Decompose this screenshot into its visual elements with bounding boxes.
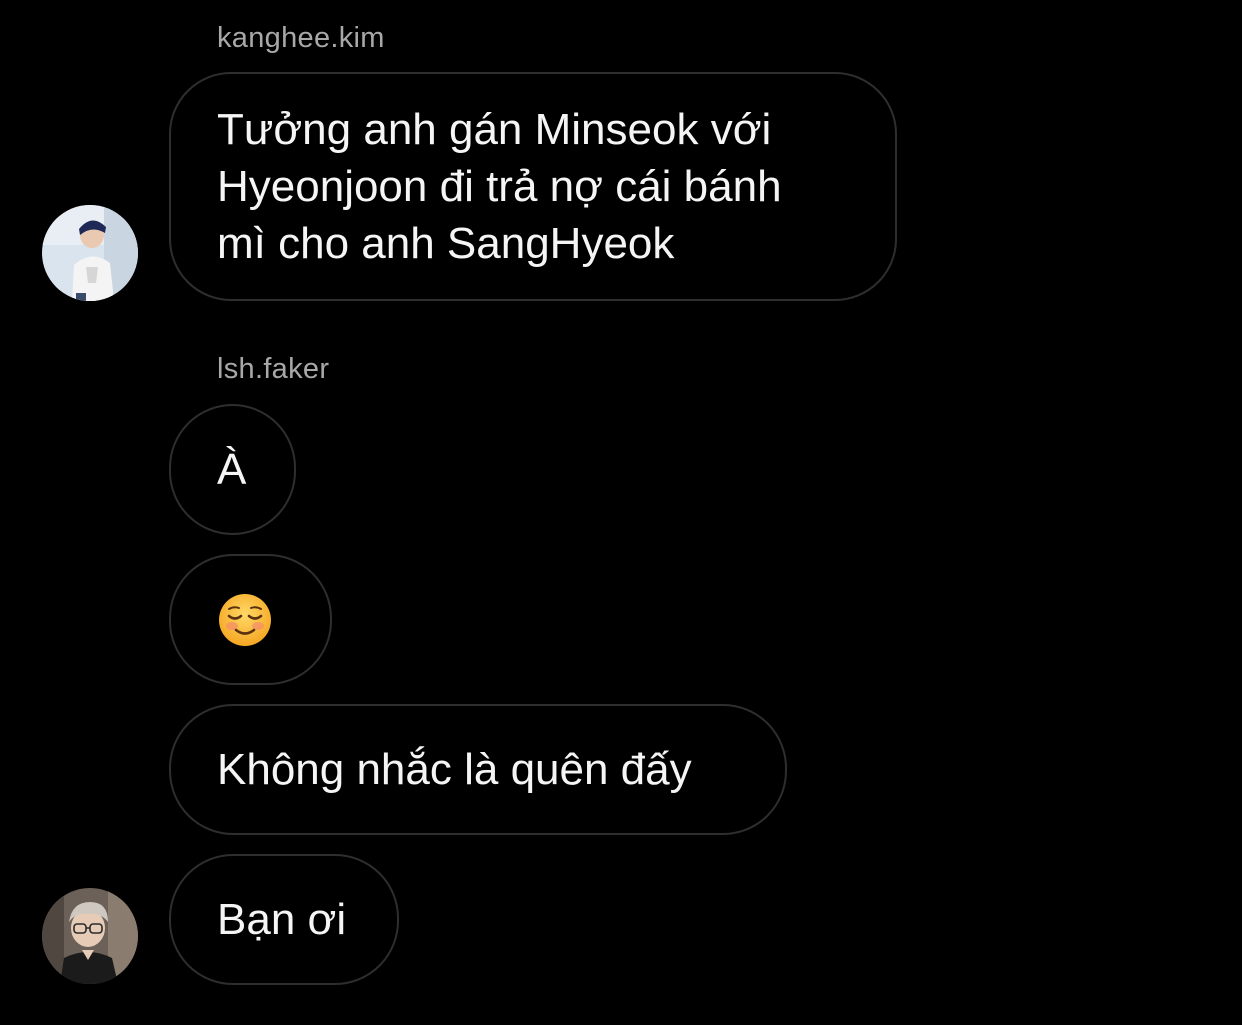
message-text: Không nhắc là quên đấy [217,745,692,794]
message-bubble[interactable]: Bạn ơi [169,854,399,985]
avatar-lsh-faker[interactable] [42,888,138,984]
message-text-line: mì cho anh SangHyeok [217,219,675,268]
smiling-face-emoji [219,593,271,646]
message-bubble[interactable]: À [169,404,296,535]
avatar-photo-faker [42,888,138,984]
avatar-kanghee-kim[interactable] [42,205,138,301]
message-bubble[interactable]: Tưởng anh gán Minseok với Hyeonjoon đi t… [169,72,897,301]
sender-name-lsh-faker[interactable]: lsh.faker [217,353,329,386]
sender-name-kanghee-kim[interactable]: kanghee.kim [217,22,385,55]
message-bubble[interactable]: Không nhắc là quên đấy [169,704,787,835]
message-text: Bạn ơi [217,895,347,944]
message-text-line: Tưởng anh gán Minseok với [217,105,772,154]
message-text: À [217,445,247,494]
message-bubble[interactable] [169,554,332,685]
avatar-photo-kanghee [42,205,138,301]
message-text-line: Hyeonjoon đi trả nợ cái bánh [217,162,782,211]
